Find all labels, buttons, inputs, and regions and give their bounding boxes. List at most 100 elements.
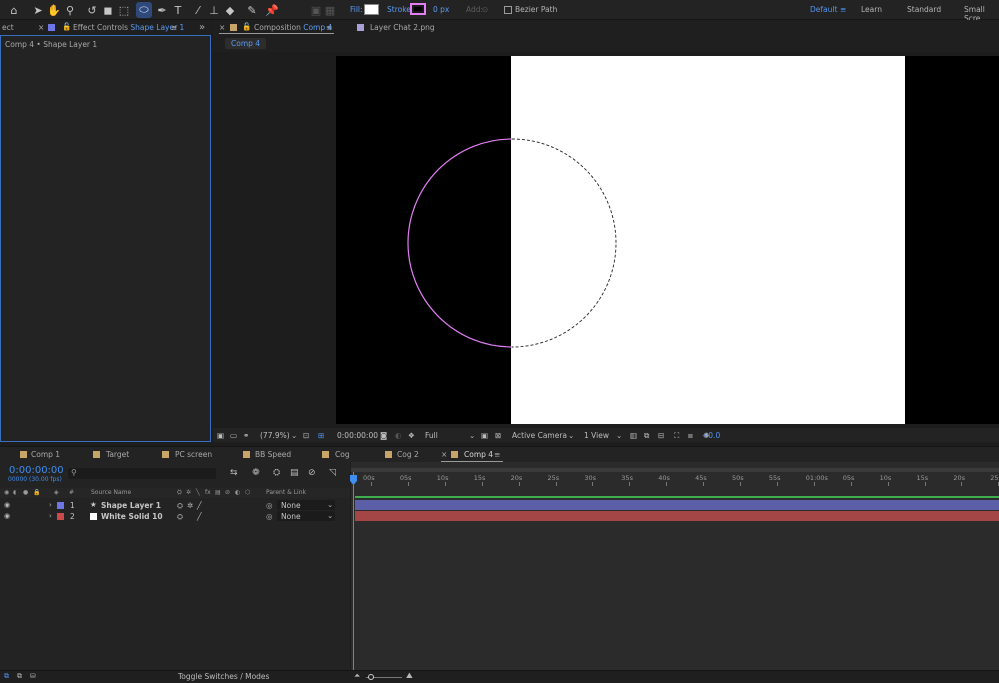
quality-switch-icon[interactable]: ╱ — [197, 512, 202, 521]
fit-icon[interactable]: ⊡ — [303, 431, 309, 440]
snapshot-icon[interactable]: ◙ — [380, 431, 387, 440]
playhead-line[interactable] — [353, 472, 354, 670]
zoom-level[interactable]: (77.9%) — [260, 431, 290, 440]
viewer-timecode[interactable]: 0:00:00:00 — [337, 431, 378, 440]
workspace-standard[interactable]: Standard — [907, 5, 941, 14]
camera-select[interactable]: Active Camera — [512, 431, 567, 440]
mask-visibility-icon[interactable]: ⚭ — [243, 431, 249, 440]
timeline-tab-comp-1[interactable]: Comp 1 — [31, 450, 60, 459]
stroke-swatch[interactable] — [410, 3, 426, 15]
layer-name[interactable]: White Solid 10 — [101, 512, 163, 521]
pick-whip-icon[interactable]: ◎ — [266, 512, 273, 521]
shy-switch-icon[interactable]: ⛭ — [177, 501, 183, 511]
current-time-display[interactable]: 0:00:00:00 — [9, 465, 64, 476]
motion-blur-icon[interactable]: ⊘ — [308, 468, 316, 478]
clone-stamp-tool-icon[interactable]: ⊥ — [206, 2, 222, 18]
chevron-right-icon[interactable]: › — [49, 512, 52, 520]
timeline-graph-area[interactable]: 00s 05s 10s 15s 20s 25s 30s 35s 40s 45s 50s 55s 01:0… — [350, 462, 999, 670]
close-icon[interactable]: × — [219, 23, 225, 32]
fill-swatch[interactable] — [364, 4, 379, 15]
ellipse-tool-icon[interactable]: ⬭ — [136, 2, 152, 18]
lock-icon[interactable]: 🔓 — [62, 22, 71, 31]
parent-select[interactable]: None ⌄ — [277, 500, 335, 510]
video-switch-icon[interactable]: ◉ — [4, 489, 9, 496]
roto-brush-tool-icon[interactable]: ✎ — [244, 2, 260, 18]
zoom-tool-icon[interactable]: ⚲ — [62, 2, 78, 18]
layer-duration-bar[interactable] — [355, 511, 999, 521]
chevron-down-icon[interactable]: ⌄ — [568, 431, 574, 440]
composition-mini-flowchart-icon[interactable]: ⇆ — [230, 468, 238, 478]
layer-row[interactable]: ◉ › 2 White Solid 10 ⛭ ╱ ◎ None ⌄ — [0, 511, 350, 522]
column-source-name[interactable]: Source Name — [91, 489, 131, 496]
type-tool-icon[interactable]: T — [170, 2, 186, 18]
layer-tab[interactable]: Layer Chat 2.png — [370, 23, 435, 32]
solo-switch-icon[interactable]: ● — [23, 489, 28, 496]
eraser-tool-icon[interactable]: ◆ — [222, 2, 238, 18]
panel-menu-icon[interactable]: ≡ — [326, 23, 332, 32]
selection-tool-icon[interactable]: ➤ — [30, 2, 46, 18]
label-icon[interactable]: ◈ — [54, 489, 59, 496]
graph-editor-icon[interactable]: ◹ — [329, 468, 336, 478]
monitor-icon[interactable]: ▭ — [230, 431, 237, 440]
timeline-tab-pc-screen[interactable]: PC screen — [175, 450, 212, 459]
shy-switch-icon[interactable]: ⛭ — [177, 512, 183, 522]
timeline-tab-comp-4[interactable]: Comp 4 — [464, 450, 493, 459]
timeline-tab-cog[interactable]: Cog — [335, 450, 350, 459]
toggle-switches-modes-button[interactable]: Toggle Switches / Modes — [178, 672, 269, 681]
zoom-out-icon[interactable]: ⏶ — [354, 671, 360, 681]
pen-tool-icon[interactable]: ✒ — [154, 2, 170, 18]
audio-switch-icon[interactable]: ◖ — [13, 489, 16, 496]
brush-tool-icon[interactable]: ⁄ — [190, 2, 206, 18]
snapping-options-icon[interactable]: ▦ — [322, 2, 338, 18]
shy-layers-icon[interactable]: ⛭ — [273, 468, 280, 478]
collapse-switch-icon[interactable]: ✲ — [187, 501, 193, 510]
3d-ground-icon[interactable]: ⧈ — [688, 431, 693, 441]
chevron-down-icon[interactable]: ⌄ — [291, 431, 297, 440]
home-icon[interactable]: ⌂ — [6, 2, 22, 18]
workspace-learn[interactable]: Learn — [861, 5, 882, 14]
flowchart-icon[interactable]: ⛶ — [674, 431, 679, 441]
quality-switch-icon[interactable]: ╱ — [197, 501, 202, 510]
panel-menu-icon[interactable]: ≡ — [171, 23, 177, 32]
camera-tool-icon[interactable]: ◼ — [100, 2, 116, 18]
show-snapshot-icon[interactable]: ◐ — [395, 431, 402, 440]
panel-menu-icon[interactable]: ≡ — [494, 450, 500, 459]
region-icon[interactable]: ⊞ — [318, 431, 324, 440]
chevron-down-icon[interactable]: ⌄ — [469, 431, 475, 440]
hand-tool-icon[interactable]: ✋ — [46, 2, 62, 18]
transparency-grid-icon[interactable]: ⊠ — [495, 431, 501, 440]
composition-tab[interactable]: Composition Comp 4 — [254, 23, 332, 32]
puppet-pin-tool-icon[interactable]: 📌 — [264, 2, 280, 18]
exposure-value[interactable]: +0.0 — [702, 431, 720, 440]
workspace-default[interactable]: Default — [810, 5, 837, 14]
rotation-tool-icon[interactable]: ↺ — [84, 2, 100, 18]
chevron-right-icon[interactable]: › — [49, 501, 52, 509]
channel-icon[interactable]: ❖ — [408, 431, 415, 440]
layer-row[interactable]: ◉ › 1 ★ Shape Layer 1 ⛭ ✲ ╱ ◎ None ⌄ — [0, 500, 350, 511]
render-time-icon[interactable]: ⧉ — [4, 672, 9, 681]
eye-icon[interactable]: ◉ — [4, 512, 10, 520]
close-icon[interactable]: × — [38, 23, 44, 32]
layer-label-color[interactable] — [57, 502, 64, 509]
chevron-down-icon[interactable]: ⌄ — [616, 431, 622, 440]
zoom-in-icon[interactable]: ⛰ — [406, 671, 413, 681]
roi-icon[interactable]: ▣ — [481, 431, 488, 440]
toggle-pixel-aspect-icon[interactable]: ▥ — [630, 431, 637, 440]
layer-name[interactable]: Shape Layer 1 — [101, 501, 161, 510]
lock-switch-icon[interactable]: 🔒 — [33, 489, 40, 496]
layer-label-color[interactable] — [57, 513, 64, 520]
views-select[interactable]: 1 View — [584, 431, 609, 440]
timeline-tab-target[interactable]: Target — [106, 450, 129, 459]
work-area-bar[interactable] — [351, 468, 999, 472]
eye-icon[interactable]: ◉ — [4, 501, 10, 509]
layer-duration-bar[interactable] — [355, 500, 999, 510]
workspace-menu-icon[interactable]: ≡ — [840, 5, 846, 14]
frame-blending-icon[interactable]: ▤ — [290, 468, 299, 478]
effect-controls-tab[interactable]: Effect Controls Shape Layer 1 — [73, 23, 184, 32]
toggle-panel-icon[interactable]: ⧉ — [17, 672, 22, 681]
column-parent-link[interactable]: Parent & Link — [266, 489, 306, 496]
expand-panel-icon[interactable]: ⛁ — [30, 672, 36, 680]
lock-icon[interactable]: 🔓 — [242, 22, 251, 31]
parent-select[interactable]: None ⌄ — [277, 511, 335, 521]
expand-panels-icon[interactable]: » — [199, 22, 205, 33]
